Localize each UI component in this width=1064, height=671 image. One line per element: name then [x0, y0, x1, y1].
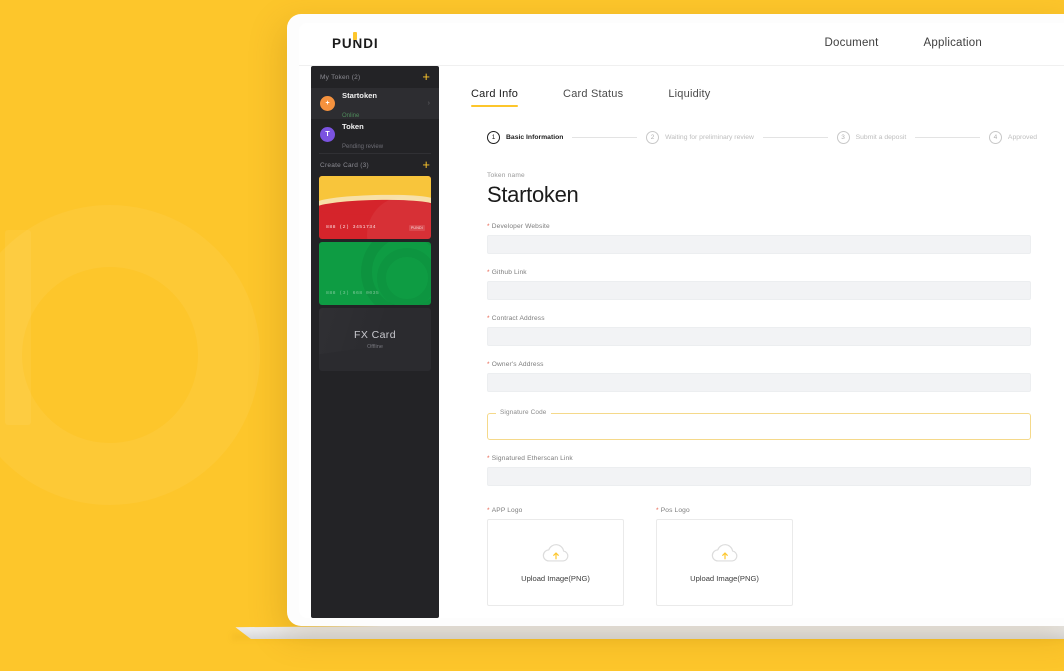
step-1[interactable]: 1 Basic Information — [487, 131, 563, 144]
cloud-upload-icon — [542, 543, 568, 562]
progress-stepper: 1 Basic Information 2 Waiting for prelim… — [487, 131, 1064, 144]
owners-address-input[interactable] — [487, 373, 1031, 392]
required-marker-icon: * — [487, 361, 490, 368]
add-card-icon[interactable]: + — [422, 158, 430, 171]
token-name: Token — [342, 122, 364, 132]
step-3-number: 3 — [836, 131, 850, 144]
pos-logo-label: * Pos Logo — [656, 507, 690, 514]
step-connector — [762, 137, 828, 138]
token-status: Pending review — [342, 143, 384, 150]
nav-item-application[interactable]: Application — [924, 37, 982, 49]
field-owners-address: * Owner's Address — [487, 361, 1031, 392]
token-name-caption: Token name — [487, 172, 525, 179]
developer-website-label: * Developer Website — [487, 223, 550, 230]
contract-address-label: * Contract Address — [487, 315, 545, 322]
field-contract-address: * Contract Address — [487, 315, 1031, 346]
upload-app-logo: * APP Logo Upload Image(PNG) — [487, 507, 624, 606]
field-signature-code: Signature Code — [487, 409, 1031, 440]
app-logo-dropzone[interactable]: Upload Image(PNG) — [487, 519, 624, 606]
step-4[interactable]: 4 Approved — [988, 131, 1038, 144]
app-logo-label: * APP Logo — [487, 507, 523, 514]
step-3[interactable]: 3 Submit a deposit — [836, 131, 907, 144]
contract-address-input[interactable] — [487, 327, 1031, 346]
tab-liquidity[interactable]: Liquidity — [668, 88, 710, 107]
card-item-fx[interactable]: FX Card Offline — [319, 308, 431, 371]
github-link-input[interactable] — [487, 281, 1031, 300]
app-logo-upload-text: Upload Image(PNG) — [521, 573, 590, 583]
tab-card-info[interactable]: Card Info — [471, 88, 519, 107]
tab-card-status[interactable]: Card Status — [563, 88, 623, 107]
required-marker-icon: * — [487, 455, 490, 462]
sidebar-section-create-card: Create Card (3) + — [311, 154, 439, 176]
step-2-number: 2 — [646, 131, 660, 144]
step-2-label: Waiting for preliminary review — [665, 134, 754, 141]
step-4-number: 4 — [988, 131, 1002, 144]
step-1-number: 1 — [487, 131, 500, 144]
app-header: PUNDI Document Application — [299, 23, 1064, 66]
step-1-label: Basic Information — [506, 134, 564, 141]
my-token-title: My Token (2) — [320, 73, 361, 81]
pos-logo-upload-text: Upload Image(PNG) — [690, 573, 759, 583]
step-3-label: Submit a deposit — [855, 134, 907, 141]
logo-dot-icon — [353, 32, 357, 40]
create-card-title: Create Card (3) — [320, 161, 369, 169]
etherscan-link-label: * Signatured Etherscan Link — [487, 455, 573, 462]
main-content: Card Info Card Status Liquidity 1 Basic … — [439, 66, 1064, 618]
card-number: 888 (2) 3451734 — [326, 225, 376, 230]
required-marker-icon: * — [487, 507, 490, 514]
page-title: Startoken — [487, 182, 579, 207]
sidebar-item-token[interactable]: T Token Pending review — [311, 119, 439, 150]
card-brand-mark: PUNDI — [408, 225, 425, 231]
token-avatar: T — [320, 127, 335, 142]
pos-logo-dropzone[interactable]: Upload Image(PNG) — [656, 519, 793, 606]
card-ring-inner — [377, 248, 431, 305]
card-item-red[interactable]: 888 (2) 3451734 PUNDI — [319, 176, 431, 239]
add-token-icon[interactable]: + — [422, 70, 430, 83]
top-navigation: Document Application — [825, 37, 982, 49]
signature-code-input[interactable] — [487, 413, 1031, 440]
chevron-right-icon: › — [427, 100, 430, 107]
field-etherscan-link: * Signatured Etherscan Link — [487, 455, 1031, 486]
nav-item-document[interactable]: Document — [825, 37, 879, 49]
step-2[interactable]: 2 Waiting for preliminary review — [646, 131, 754, 144]
background-watermark-bar — [5, 230, 31, 425]
field-developer-website: * Developer Website — [487, 223, 1031, 254]
cloud-upload-icon — [711, 543, 737, 562]
card-number: 888 (3) 668 0035 — [326, 291, 380, 296]
step-connector — [572, 137, 638, 138]
developer-website-input[interactable] — [487, 235, 1031, 254]
sidebar-item-startoken[interactable]: + Startoken Online › — [311, 88, 439, 119]
required-marker-icon: * — [487, 269, 490, 276]
background-watermark-circle — [0, 205, 260, 505]
app-screen: PUNDI Document Application My Token (2) … — [299, 23, 1064, 618]
card-item-green[interactable]: 888 (3) 668 0035 — [319, 242, 431, 305]
startoken-name: Startoken — [342, 91, 378, 101]
required-marker-icon: * — [656, 507, 659, 514]
sidebar: My Token (2) + + Startoken Online › T To… — [311, 66, 439, 618]
step-connector — [915, 137, 980, 138]
field-github-link: * Github Link — [487, 269, 1031, 300]
etherscan-link-input[interactable] — [487, 467, 1031, 486]
startoken-avatar: + — [320, 96, 335, 111]
required-marker-icon: * — [487, 223, 490, 230]
signature-code-label: Signature Code — [496, 409, 551, 416]
logo-uploads: *APP Logo Upload Image(PNG) *Pos Logo — [487, 507, 1031, 606]
card-info-form: Token name Startoken * Developer Website … — [439, 144, 1064, 606]
github-link-label: * Github Link — [487, 269, 527, 276]
required-marker-icon: * — [487, 315, 490, 322]
tab-bar: Card Info Card Status Liquidity — [439, 88, 1064, 107]
card-list: 888 (2) 3451734 PUNDI 888 (3) 668 0035 F… — [311, 176, 439, 371]
owners-address-label: * Owner's Address — [487, 361, 544, 368]
step-4-label: Approved — [1007, 134, 1038, 141]
upload-pos-logo: * Pos Logo Upload Image(PNG) — [656, 507, 793, 606]
